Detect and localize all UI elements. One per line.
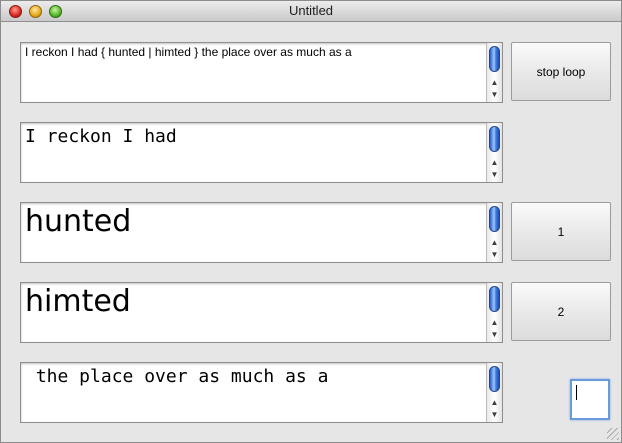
- vertical-scrollbar[interactable]: ▲ ▼: [486, 283, 502, 342]
- text-caret: [576, 385, 577, 400]
- scroll-up-arrow-icon[interactable]: ▲: [487, 77, 502, 89]
- small-input-field[interactable]: [570, 379, 610, 420]
- suffix-text: the place over as much as a: [25, 366, 329, 387]
- scroll-up-arrow-icon[interactable]: ▲: [487, 157, 502, 169]
- scroll-thumb[interactable]: [489, 206, 500, 232]
- option1-text: hunted: [25, 204, 132, 239]
- window-title: Untitled: [288, 3, 334, 18]
- resize-grip-icon[interactable]: [607, 428, 619, 440]
- suffix-text-area[interactable]: the place over as much as a ▲ ▼: [20, 362, 503, 423]
- option1-text-area[interactable]: hunted ▲ ▼: [20, 202, 503, 263]
- template-text-area[interactable]: I reckon I had { hunted | himted } the p…: [20, 42, 503, 103]
- option2-text-area[interactable]: himted ▲ ▼: [20, 282, 503, 343]
- scroll-thumb[interactable]: [489, 366, 500, 392]
- vertical-scrollbar[interactable]: ▲ ▼: [486, 203, 502, 262]
- option-1-button[interactable]: 1: [511, 202, 611, 261]
- scroll-down-arrow-icon[interactable]: ▼: [487, 89, 502, 101]
- vertical-scrollbar[interactable]: ▲ ▼: [486, 123, 502, 182]
- scroll-down-arrow-icon[interactable]: ▼: [487, 409, 502, 421]
- scroll-up-arrow-icon[interactable]: ▲: [487, 397, 502, 409]
- title-bar[interactable]: Untitled: [1, 1, 621, 22]
- scroll-thumb[interactable]: [489, 46, 500, 72]
- option2-text: himted: [25, 284, 131, 319]
- scroll-down-arrow-icon[interactable]: ▼: [487, 329, 502, 341]
- option-2-button[interactable]: 2: [511, 282, 611, 341]
- scroll-up-arrow-icon[interactable]: ▲: [487, 317, 502, 329]
- scroll-down-arrow-icon[interactable]: ▼: [487, 169, 502, 181]
- app-window: Untitled I reckon I had { hunted | himte…: [0, 0, 622, 443]
- scroll-thumb[interactable]: [489, 286, 500, 312]
- vertical-scrollbar[interactable]: ▲ ▼: [486, 363, 502, 422]
- prefix-text: I reckon I had: [25, 126, 177, 147]
- vertical-scrollbar[interactable]: ▲ ▼: [486, 43, 502, 102]
- scroll-thumb[interactable]: [489, 126, 500, 152]
- prefix-text-area[interactable]: I reckon I had ▲ ▼: [20, 122, 503, 183]
- scroll-up-arrow-icon[interactable]: ▲: [487, 237, 502, 249]
- template-text: I reckon I had { hunted | himted } the p…: [25, 45, 352, 59]
- scroll-down-arrow-icon[interactable]: ▼: [487, 249, 502, 261]
- stop-loop-button[interactable]: stop loop: [511, 42, 611, 101]
